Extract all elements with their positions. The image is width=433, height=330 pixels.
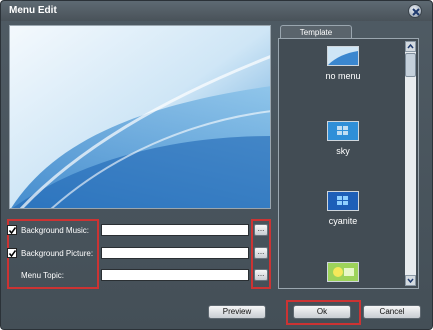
cyanite-thumbnail (327, 191, 359, 211)
template-name: sky (336, 146, 350, 156)
template-name: no menu (325, 71, 361, 81)
background-music-field[interactable] (101, 224, 249, 236)
close-icon[interactable] (408, 4, 422, 18)
scroll-down-icon[interactable] (405, 275, 416, 286)
background-music-row: Background Music: (7, 222, 89, 238)
background-picture-field[interactable] (101, 247, 249, 259)
menu-edit-dialog: Menu Edit Background Music: Background P… (0, 0, 433, 330)
window-title: Menu Edit (9, 5, 57, 16)
template-scrollbar[interactable] (405, 41, 416, 286)
background-picture-checkbox[interactable] (7, 248, 17, 258)
menu-topic-row: Menu Topic: (21, 267, 64, 283)
menu-topic-label: Menu Topic: (21, 270, 64, 280)
no-menu-thumbnail (327, 46, 359, 66)
template-item-sky[interactable]: sky (284, 121, 402, 156)
ok-button[interactable]: Ok (293, 305, 351, 319)
template-item-green[interactable] (284, 262, 402, 282)
template-name: cyanite (328, 216, 358, 226)
template-item-cyanite[interactable]: cyanite (284, 191, 402, 226)
background-picture-label: Background Picture: (21, 248, 94, 258)
scroll-thumb[interactable] (405, 53, 416, 77)
title-bar: Menu Edit (1, 1, 432, 21)
tab-template[interactable]: Template (280, 25, 352, 39)
menu-topic-field[interactable] (101, 269, 249, 281)
background-music-browse-button[interactable]: ... (254, 224, 268, 236)
green-thumbnail (327, 262, 359, 282)
menu-preview-image (9, 25, 271, 209)
menu-topic-browse-button[interactable]: ... (254, 269, 268, 281)
template-panel: no menu sky cyanite (278, 38, 419, 289)
sky-thumbnail (327, 121, 359, 141)
background-picture-row: Background Picture: (7, 245, 93, 261)
scroll-up-icon[interactable] (405, 41, 416, 52)
cancel-button[interactable]: Cancel (363, 305, 421, 319)
preview-button[interactable]: Preview (208, 305, 266, 319)
background-music-checkbox[interactable] (7, 225, 17, 235)
background-picture-browse-button[interactable]: ... (254, 247, 268, 259)
background-music-label: Background Music: (21, 225, 90, 235)
template-item-no-menu[interactable]: no menu (284, 46, 402, 81)
